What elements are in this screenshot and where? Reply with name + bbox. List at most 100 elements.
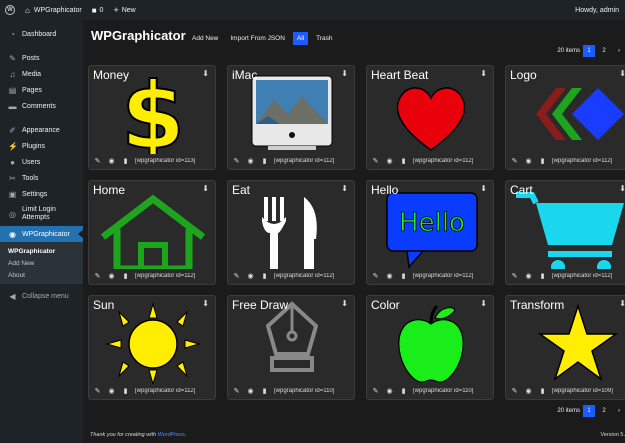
download-icon[interactable]: ⬇	[202, 69, 209, 78]
pagination-bottom: 20 items 1 2 ›	[557, 405, 625, 417]
download-icon[interactable]: ⬇	[480, 69, 487, 78]
page-2-button[interactable]: 2	[598, 45, 610, 57]
download-icon[interactable]: ⬇	[619, 69, 625, 78]
card-title: Free Draw	[232, 298, 289, 312]
trash-icon[interactable]: ▮	[120, 157, 131, 165]
graphic-card[interactable]: Hello Hello ⬇ ✎ ◉ ▮ [wpgraphicator id=11…	[366, 180, 494, 285]
preview-eye-icon[interactable]: ◉	[106, 157, 117, 165]
menu-settings[interactable]: ▣ Settings	[0, 186, 83, 202]
preview-eye-icon[interactable]: ◉	[384, 157, 395, 165]
comments-link[interactable]: ■ 0	[87, 0, 109, 20]
graphic-card[interactable]: Eat ⬇ ✎ ◉ ▮ [wpgraphicator id=112]	[227, 180, 355, 285]
edit-icon[interactable]: ✎	[509, 272, 520, 280]
trash-icon[interactable]: ▮	[259, 157, 270, 165]
trash-icon[interactable]: ▮	[259, 272, 270, 280]
graphic-card[interactable]: Color ⬇ ✎ ◉ ▮ [wpgraphicator id=110]	[366, 295, 494, 400]
graphic-card[interactable]: Transform ⬇ ✎ ◉ ▮ [wpgraphicator id=109]	[505, 295, 625, 400]
graphic-card[interactable]: iMac ⬇ ✎ ◉ ▮ [wpgraphicator id=112]	[227, 65, 355, 170]
menu-plugins[interactable]: ⚡ Plugins	[0, 138, 83, 154]
preview-eye-icon[interactable]: ◉	[245, 272, 256, 280]
filter-all[interactable]: All	[292, 32, 309, 45]
menu-posts[interactable]: ✎ Posts	[0, 50, 83, 66]
preview-eye-icon[interactable]: ◉	[523, 157, 534, 165]
menu-users[interactable]: ● Users	[0, 154, 83, 170]
graphic-card[interactable]: Logo ⬇ ✎ ◉ ▮ [wpgraphicator id=112]	[505, 65, 625, 170]
collapse-menu-button[interactable]: ◀ Collapse menu	[0, 288, 83, 304]
menu-tools[interactable]: ✂ Tools	[0, 170, 83, 186]
menu-pages[interactable]: ▤ Pages	[0, 82, 83, 98]
preview-eye-icon[interactable]: ◉	[106, 272, 117, 280]
menu-media[interactable]: ♫ Media	[0, 66, 83, 82]
trash-icon[interactable]: ▮	[398, 387, 409, 395]
edit-icon[interactable]: ✎	[231, 272, 242, 280]
menu-appearance[interactable]: ✐ Appearance	[0, 122, 83, 138]
plus-icon: +	[113, 5, 119, 15]
download-icon[interactable]: ⬇	[341, 184, 348, 193]
download-icon[interactable]: ⬇	[202, 299, 209, 308]
filter-trash[interactable]: Trash	[312, 32, 336, 45]
graphic-card[interactable]: Free Draw ⬇ ✎ ◉ ▮ [wpgraphicator id=110]	[227, 295, 355, 400]
download-icon[interactable]: ⬇	[480, 184, 487, 193]
preview-eye-icon[interactable]: ◉	[245, 387, 256, 395]
import-json-button[interactable]: Import From JSON	[226, 32, 289, 45]
graphic-card[interactable]: Cart ⬇ ✎ ◉ ▮ [wpgraphicator id=112]	[505, 180, 625, 285]
preview-eye-icon[interactable]: ◉	[523, 387, 534, 395]
preview-eye-icon[interactable]: ◉	[106, 387, 117, 395]
download-icon[interactable]: ⬇	[619, 299, 625, 308]
trash-icon[interactable]: ▮	[537, 272, 548, 280]
trash-icon[interactable]: ▮	[259, 387, 270, 395]
trash-icon[interactable]: ▮	[120, 272, 131, 280]
wordpress-link[interactable]: WordPress	[158, 432, 185, 438]
trash-icon[interactable]: ▮	[537, 387, 548, 395]
site-name-link[interactable]: ⌂ WPGraphicator	[20, 0, 87, 20]
download-icon[interactable]: ⬇	[341, 299, 348, 308]
wordpress-logo-button[interactable]: W	[0, 0, 20, 20]
preview-eye-icon[interactable]: ◉	[245, 157, 256, 165]
preview-eye-icon[interactable]: ◉	[384, 272, 395, 280]
submenu-add-new[interactable]: Add New	[0, 257, 83, 269]
new-content-link[interactable]: + New	[108, 0, 140, 20]
edit-icon[interactable]: ✎	[370, 387, 381, 395]
home-icon: ⌂	[25, 5, 30, 15]
card-title: Sun	[93, 298, 115, 312]
menu-comments[interactable]: ▬ Comments	[0, 98, 83, 114]
add-new-button[interactable]: Add New	[188, 32, 222, 45]
footer-thanks-text: Thank you for creating with	[90, 432, 157, 438]
download-icon[interactable]: ⬇	[480, 299, 487, 308]
graphic-card[interactable]: Home ⬇ ✎ ◉ ▮ [wpgraphicator id=112]	[88, 180, 216, 285]
next-page-button[interactable]: ›	[613, 45, 625, 57]
edit-icon[interactable]: ✎	[370, 157, 381, 165]
card-footer: ✎ ◉ ▮ [wpgraphicator id=113]	[89, 152, 215, 169]
edit-icon[interactable]: ✎	[231, 387, 242, 395]
edit-icon[interactable]: ✎	[92, 387, 103, 395]
edit-icon[interactable]: ✎	[509, 157, 520, 165]
download-icon[interactable]: ⬇	[341, 69, 348, 78]
account-menu[interactable]: Howdy, admin	[575, 0, 619, 20]
menu-wpgraphicator[interactable]: ◉ WPGraphicator	[0, 226, 83, 242]
menu-limit-login-attempts[interactable]: ◎ Limit Login Attempts	[0, 202, 83, 226]
preview-eye-icon[interactable]: ◉	[523, 272, 534, 280]
graphic-card[interactable]: Sun ⬇ ✎ ◉ ▮ [wpgraphicator id=112]	[88, 295, 216, 400]
edit-icon[interactable]: ✎	[92, 272, 103, 280]
preview-eye-icon[interactable]: ◉	[384, 387, 395, 395]
download-icon[interactable]: ⬇	[202, 184, 209, 193]
edit-icon[interactable]: ✎	[231, 157, 242, 165]
page-2-button[interactable]: 2	[598, 405, 610, 417]
trash-icon[interactable]: ▮	[537, 157, 548, 165]
menu-dashboard[interactable]: ◔ Dashboard	[0, 26, 83, 42]
page-1-button[interactable]: 1	[583, 45, 595, 57]
download-icon[interactable]: ⬇	[619, 184, 625, 193]
submenu-wpgraphicator[interactable]: WPGraphicator	[0, 245, 83, 257]
trash-icon[interactable]: ▮	[398, 272, 409, 280]
card-footer: ✎ ◉ ▮ [wpgraphicator id=112]	[506, 152, 625, 169]
page-1-button[interactable]: 1	[583, 405, 595, 417]
trash-icon[interactable]: ▮	[120, 387, 131, 395]
edit-icon[interactable]: ✎	[92, 157, 103, 165]
graphic-card[interactable]: $ Money ⬇ ✎ ◉ ▮ [wpgraphicator id=113]	[88, 65, 216, 170]
next-page-button[interactable]: ›	[613, 405, 625, 417]
edit-icon[interactable]: ✎	[509, 387, 520, 395]
graphic-card[interactable]: Heart Beat ⬇ ✎ ◉ ▮ [wpgraphicator id=112…	[366, 65, 494, 170]
edit-icon[interactable]: ✎	[370, 272, 381, 280]
trash-icon[interactable]: ▮	[398, 157, 409, 165]
submenu-about[interactable]: About	[0, 269, 83, 281]
